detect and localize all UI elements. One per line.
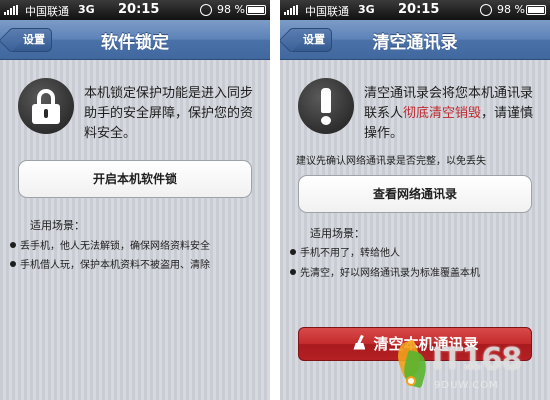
lock-icon — [18, 78, 74, 134]
back-button[interactable]: 设置 — [288, 28, 332, 52]
watermark-logo-icon — [392, 339, 431, 392]
watermark-subtext: 9DUW.COM — [434, 380, 499, 391]
broom-icon — [351, 334, 367, 351]
phone-screen-lock: 中国联通 3G 20:15 98 % 设置 软件锁定 本机锁定保护功能是进入同步… — [0, 0, 270, 400]
site-watermark: IT168 9DUW.COM — [388, 332, 550, 400]
battery-icon — [526, 5, 546, 15]
navigation-bar: 设置 软件锁定 — [0, 20, 270, 60]
carrier-label: 中国联通 — [25, 5, 69, 18]
battery-percent: 98 % — [217, 3, 245, 16]
enable-lock-button[interactable]: 开启本机软件锁 — [18, 160, 252, 198]
status-bar: 中国联通 3G 20:15 98 % — [0, 0, 270, 20]
list-item: 丢手机，他人无法解锁，确保网络资料安全 — [10, 237, 270, 252]
page-title: 清空通讯录 — [372, 33, 458, 53]
clock: 20:15 — [118, 2, 160, 17]
status-bar: 中国联通 3G 20:15 98 % — [280, 0, 550, 20]
view-network-contacts-button[interactable]: 查看网络通讯录 — [298, 175, 532, 213]
list-item: 先清空，好以网络通讯录为标准覆盖本机 — [290, 264, 550, 279]
rotation-lock-icon — [480, 4, 492, 16]
warning-highlight: 彻底清空销毁 — [403, 106, 482, 121]
navigation-bar: 设置 清空通讯录 — [280, 20, 550, 60]
battery-fill — [528, 7, 544, 13]
network-label: 3G — [78, 3, 95, 16]
bullet-icon — [290, 249, 296, 255]
watermark-text: IT168 — [432, 342, 522, 377]
lock-description: 本机锁定保护功能是进入同步助手的安全屏障，保护您的资料安全。 — [84, 86, 254, 141]
back-button[interactable]: 设置 — [8, 28, 52, 52]
scenarios-title: 适用场景： — [310, 227, 365, 240]
bullet-icon — [10, 261, 16, 267]
battery-percent: 98 % — [497, 3, 525, 16]
rotation-lock-icon — [200, 4, 212, 16]
page-title: 软件锁定 — [101, 33, 169, 53]
backup-note: 建议先确认网络通讯录是否完整，以免丢失 — [296, 156, 486, 167]
battery-fill — [248, 7, 264, 13]
battery-icon — [246, 5, 266, 15]
clock: 20:15 — [398, 2, 440, 17]
list-item: 手机不用了，转给他人 — [290, 244, 550, 259]
scenarios-title: 适用场景： — [30, 219, 85, 232]
exclamation-icon — [298, 78, 354, 134]
bullet-icon — [290, 269, 296, 275]
carrier-label: 中国联通 — [305, 5, 349, 18]
network-label: 3G — [358, 3, 375, 16]
signal-icon — [284, 5, 302, 15]
signal-icon — [4, 5, 22, 15]
bullet-icon — [10, 242, 16, 248]
clear-description: 清空通讯录会将您本机通讯录联系人彻底清空销毁，请谨慎操作。 — [364, 86, 534, 141]
list-item: 手机借人玩，保护本机资料不被盗用、清除 — [10, 256, 270, 271]
